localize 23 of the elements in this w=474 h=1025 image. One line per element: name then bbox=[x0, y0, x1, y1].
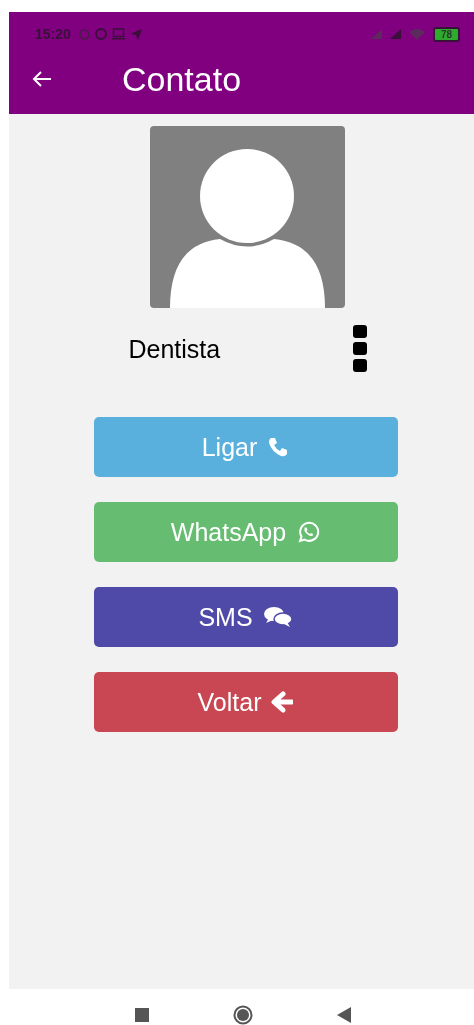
more-options-icon[interactable] bbox=[352, 325, 367, 373]
signal-icon bbox=[389, 29, 401, 39]
phone-button[interactable]: Ligar bbox=[93, 417, 398, 477]
whatsapp-icon bbox=[296, 520, 321, 544]
laptop-icon bbox=[111, 28, 125, 40]
back-arrow-icon[interactable] bbox=[31, 70, 53, 88]
chat-button[interactable]: SMS bbox=[93, 587, 398, 647]
alarm-icon bbox=[78, 28, 90, 40]
send-icon bbox=[129, 28, 142, 40]
arrow-left-icon bbox=[271, 691, 294, 713]
contact-name: Dentista bbox=[128, 334, 221, 364]
battery-level: 78 bbox=[432, 26, 460, 42]
status-time: 15:20 bbox=[35, 26, 71, 42]
home-icon[interactable] bbox=[233, 1005, 253, 1025]
ring-icon bbox=[94, 28, 107, 40]
avatar-placeholder-icon bbox=[150, 126, 345, 308]
signal-icon bbox=[370, 29, 382, 39]
back-triangle-icon[interactable] bbox=[337, 1007, 351, 1023]
back-button[interactable]: Voltar bbox=[93, 672, 398, 732]
phone-icon bbox=[267, 436, 290, 458]
app-bar-title: Contato bbox=[122, 59, 242, 99]
wifi-icon bbox=[408, 28, 425, 40]
chat-bubbles-icon bbox=[262, 606, 293, 628]
